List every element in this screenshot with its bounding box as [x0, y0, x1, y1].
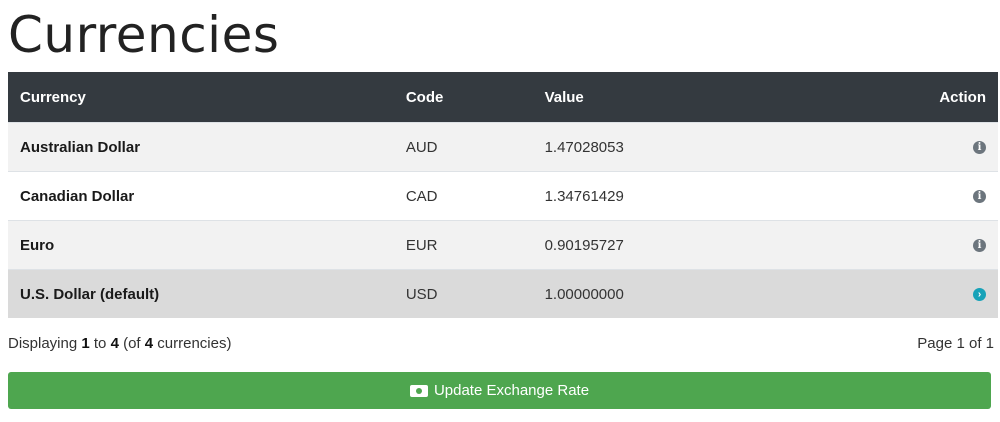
- row-action: i: [854, 122, 998, 172]
- summary-from: 1: [81, 335, 90, 352]
- table-row[interactable]: Euro EUR 0.90195727 i: [8, 220, 998, 270]
- currency-value: 1.47028053: [532, 122, 855, 172]
- currency-name: Canadian Dollar: [8, 171, 394, 221]
- table-row[interactable]: Australian Dollar AUD 1.47028053 i: [8, 122, 998, 172]
- table-row-selected[interactable]: U.S. Dollar (default) USD 1.00000000 ›: [8, 269, 998, 318]
- summary-to-word: to: [89, 335, 111, 352]
- header-code[interactable]: Code: [393, 72, 533, 123]
- currencies-page: Currencies Currency Code Value Action Au…: [0, 0, 1000, 422]
- money-bill-icon: [409, 384, 428, 397]
- table-row[interactable]: Canadian Dollar CAD 1.34761429 i: [8, 171, 998, 221]
- row-action: i: [854, 171, 998, 221]
- currency-value: 1.00000000: [532, 269, 855, 318]
- currency-code: EUR: [393, 220, 533, 270]
- header-currency[interactable]: Currency: [8, 72, 394, 123]
- page-title: Currencies: [8, 6, 280, 64]
- currency-code: USD: [393, 269, 533, 318]
- currency-name: Australian Dollar: [8, 122, 394, 172]
- row-action: i: [854, 220, 998, 270]
- currency-code: AUD: [393, 122, 533, 172]
- page-count: Page 1 of 1: [917, 335, 994, 352]
- info-icon[interactable]: i: [973, 190, 986, 204]
- currency-name: Euro: [8, 220, 394, 270]
- header-value[interactable]: Value: [532, 72, 855, 123]
- pagination-summary: Displaying 1 to 4 (of 4 currencies): [8, 335, 231, 352]
- arrow-right-circle-icon[interactable]: ›: [973, 288, 986, 302]
- info-icon[interactable]: i: [973, 239, 986, 253]
- summary-prefix: Displaying: [8, 335, 82, 352]
- currencies-table: Currency Code Value Action Australian Do…: [8, 72, 998, 318]
- update-button-label: Update Exchange Rate: [433, 382, 590, 399]
- currency-value: 1.34761429: [532, 171, 855, 221]
- summary-suffix: currencies): [153, 335, 232, 352]
- summary-total: 4: [144, 335, 154, 352]
- currency-code: CAD: [393, 171, 533, 221]
- header-action: Action: [854, 72, 998, 123]
- currency-name: U.S. Dollar (default): [8, 269, 394, 318]
- currency-value: 0.90195727: [532, 220, 855, 270]
- info-icon[interactable]: i: [973, 141, 986, 155]
- row-action: ›: [854, 269, 998, 318]
- summary-of: (of: [118, 335, 145, 352]
- update-exchange-rate-button[interactable]: Update Exchange Rate: [8, 372, 991, 409]
- table-header-row: Currency Code Value Action: [8, 72, 998, 123]
- summary-to: 4: [110, 335, 119, 352]
